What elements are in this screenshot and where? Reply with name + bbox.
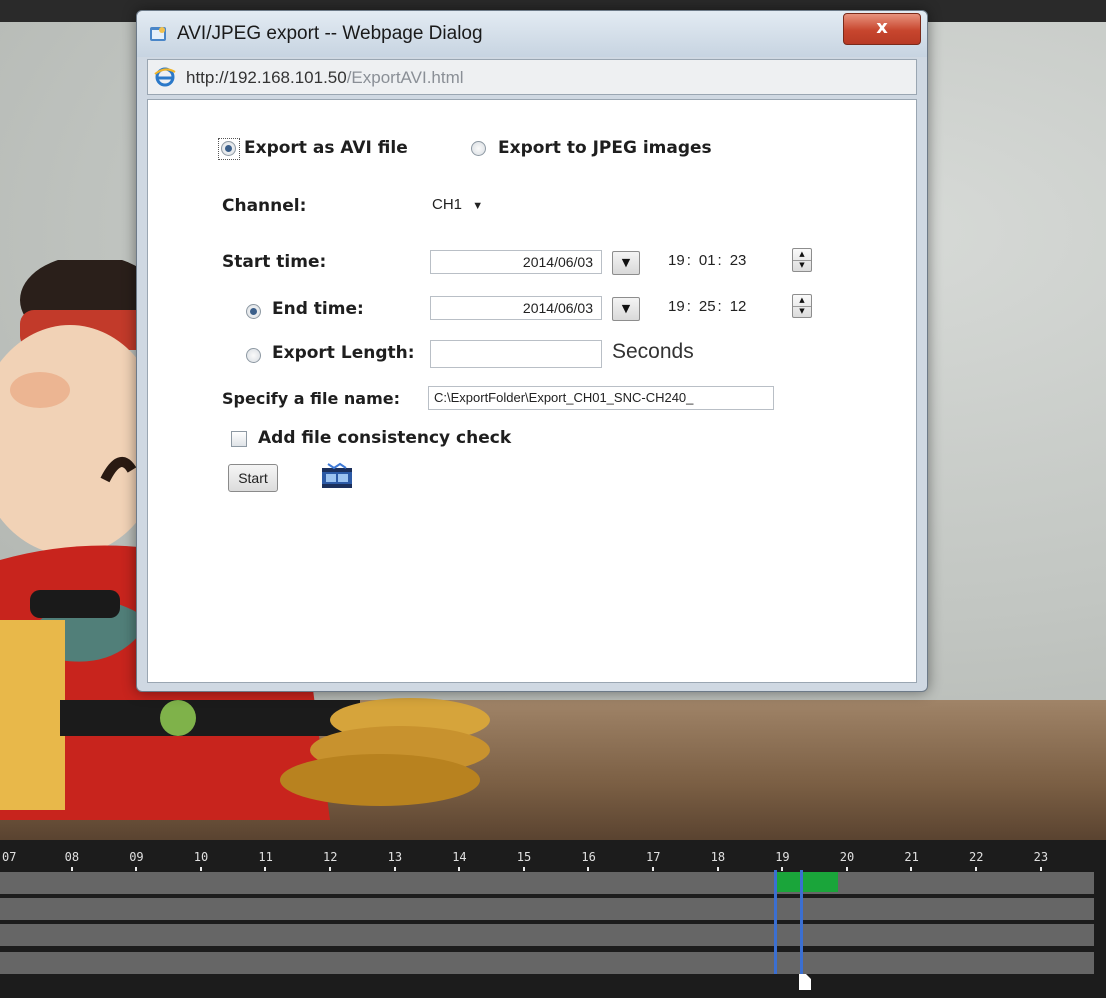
timeline-hour-label: 11 (258, 850, 273, 864)
dialog-title-bar[interactable]: AVI/JPEG export -- Webpage Dialog x (137, 11, 927, 57)
export-avi-label[interactable]: Export as AVI file (244, 138, 408, 158)
timeline-tick-mark (70, 867, 73, 871)
timeline-hour-label: 22 (969, 850, 984, 864)
export-length-input[interactable] (430, 340, 602, 368)
timeline-hour-label: 15 (516, 850, 532, 864)
end-time-spinner[interactable]: ▲ ▼ (792, 294, 812, 318)
start-date-dropdown-button[interactable]: ▼ (612, 251, 640, 275)
file-name-label: Specify a file name: (222, 389, 400, 408)
address-path: /ExportAVI.html (346, 68, 464, 87)
timeline-hour-label: 21 (904, 850, 919, 864)
export-dialog: AVI/JPEG export -- Webpage Dialog x http… (136, 10, 928, 692)
start-minute[interactable]: 01 (699, 252, 716, 269)
chevron-down-icon: ▼ (472, 200, 484, 212)
export-length-radio[interactable] (246, 348, 261, 363)
channel-value: CH1 (432, 196, 463, 213)
consistency-check-checkbox[interactable] (231, 431, 247, 447)
timeline-hour-label: 07 (2, 850, 17, 864)
export-start-marker[interactable] (774, 870, 777, 974)
dialog-title: AVI/JPEG export -- Webpage Dialog (177, 23, 483, 44)
time-separator: : (717, 298, 722, 315)
export-jpeg-radio[interactable] (471, 141, 486, 156)
timeline-tick-mark (910, 867, 913, 871)
timeline-hour-label: 12 (323, 850, 338, 864)
time-separator: : (686, 298, 691, 315)
dialog-content: Export as AVI file Export to JPEG images… (147, 99, 917, 683)
end-time-value[interactable]: 19:25:12 (668, 298, 746, 315)
recording-segment[interactable] (776, 872, 838, 892)
timeline-tick-mark (329, 867, 331, 871)
timeline-hour-label: 18 (710, 850, 726, 864)
time-separator: : (686, 252, 691, 269)
end-time-radio[interactable] (246, 304, 261, 319)
timeline-hour-label: 19 (775, 850, 790, 864)
chevron-down-icon: ▼ (621, 256, 631, 269)
export-end-marker[interactable] (800, 870, 803, 974)
internet-explorer-icon (154, 67, 176, 87)
channel-label: Channel: (222, 196, 307, 216)
webpage-dialog-icon (150, 27, 166, 41)
end-minute[interactable]: 25 (699, 298, 716, 315)
start-hour[interactable]: 19 (668, 252, 685, 269)
close-button[interactable]: x (843, 13, 921, 45)
timeline-tick-mark (1039, 867, 1042, 871)
time-separator: : (717, 252, 722, 269)
end-second[interactable]: 12 (730, 298, 747, 315)
export-avi-radio[interactable] (221, 141, 236, 156)
address-url: http://192.168.101.50/ExportAVI.html (186, 68, 464, 88)
timeline-tick-mark (393, 867, 396, 871)
playhead-handle-icon[interactable] (798, 974, 812, 990)
timeline-tick-mark (716, 867, 719, 871)
export-jpeg-label[interactable]: Export to JPEG images (498, 138, 712, 158)
timeline-track[interactable] (0, 898, 1094, 920)
end-date-dropdown-button[interactable]: ▼ (612, 297, 640, 321)
playback-timeline[interactable]: 07 08 09 10 11 12 13 14 15 16 17 18 19 20 21 22 23 (0, 840, 1106, 998)
timeline-tick-mark (845, 867, 848, 871)
start-time-spinner[interactable]: ▲ ▼ (792, 248, 812, 272)
start-time-value[interactable]: 19:01:23 (668, 252, 746, 269)
consistency-check-label[interactable]: Add file consistency check (258, 428, 511, 448)
timeline-hour-label: 08 (64, 850, 80, 864)
timeline-track[interactable] (0, 952, 1094, 974)
timeline-tick-mark (135, 867, 138, 871)
timeline-hour-label: 10 (193, 850, 209, 864)
seconds-label: Seconds (612, 340, 694, 363)
timeline-tick-mark (458, 867, 461, 871)
timeline-hour-label: 09 (129, 850, 144, 864)
end-time-label[interactable]: End time: (272, 299, 364, 319)
chevron-down-icon: ▼ (621, 302, 631, 315)
timeline-tick-mark (587, 867, 590, 871)
address-host: http://192.168.101.50 (186, 68, 347, 87)
timeline-tick-mark (781, 867, 784, 871)
timeline-tick-mark (199, 867, 202, 871)
channel-select[interactable]: CH1 ▼ (432, 196, 483, 213)
start-time-label: Start time: (222, 252, 327, 272)
end-date-input[interactable]: 2014/06/03 (430, 296, 602, 320)
spin-down-icon[interactable]: ▼ (793, 260, 811, 271)
export-length-label[interactable]: Export Length: (272, 343, 415, 363)
timeline-tick-mark (264, 867, 267, 871)
file-name-input[interactable]: C:\ExportFolder\Export_CH01_SNC-CH240_ (428, 386, 774, 410)
timeline-hour-label: 23 (1033, 850, 1049, 864)
timeline-hour-label: 13 (387, 850, 403, 864)
start-button[interactable]: Start (228, 464, 278, 492)
timeline-track[interactable] (0, 872, 1094, 894)
end-hour[interactable]: 19 (668, 298, 685, 315)
timeline-hour-label: 20 (839, 850, 855, 864)
timeline-tick-mark (975, 867, 977, 871)
timeline-tick-mark (652, 867, 654, 871)
timeline-hour-label: 14 (452, 850, 467, 864)
start-second[interactable]: 23 (730, 252, 747, 269)
timeline-tick-mark (522, 867, 525, 871)
timeline-hour-label: 17 (646, 850, 661, 864)
timeline-track[interactable] (0, 924, 1094, 946)
spin-down-icon[interactable]: ▼ (793, 306, 811, 317)
address-bar: http://192.168.101.50/ExportAVI.html (147, 59, 917, 95)
start-date-input[interactable]: 2014/06/03 (430, 250, 602, 274)
timeline-hour-label: 16 (581, 850, 596, 864)
film-clip-icon (322, 462, 352, 488)
